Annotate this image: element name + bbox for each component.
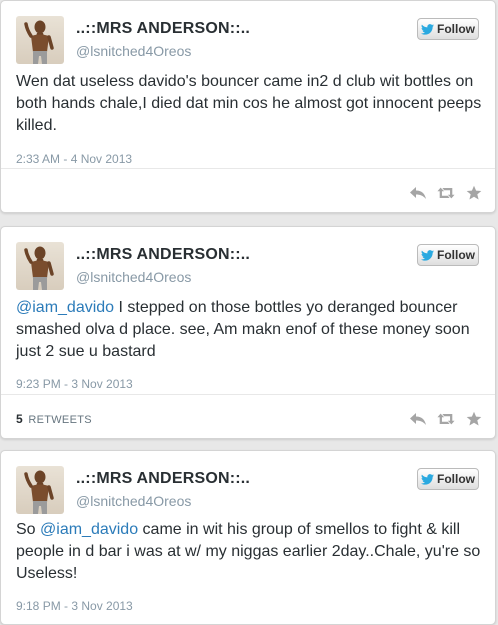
- tweet-card: ..::MRS ANDERSON::.. @lsnitched4Oreos Fo…: [0, 450, 496, 625]
- tweet-text: @iam_davido I stepped on those bottles y…: [16, 297, 486, 363]
- reply-icon[interactable]: [409, 184, 427, 202]
- divider: [1, 168, 495, 169]
- follow-button[interactable]: Follow: [417, 18, 479, 40]
- display-name[interactable]: ..::MRS ANDERSON::..: [76, 20, 250, 38]
- tweet-actions: [409, 410, 483, 428]
- twitter-bird-icon: [421, 473, 434, 485]
- retweet-count[interactable]: 5 RETWEETS: [16, 412, 92, 426]
- favorite-star-icon[interactable]: [465, 410, 483, 428]
- follow-label: Follow: [437, 22, 475, 36]
- avatar[interactable]: [16, 242, 64, 290]
- avatar[interactable]: [16, 466, 64, 514]
- tweet-body: Wen dat useless davido's bouncer came in…: [16, 73, 482, 134]
- mention-link[interactable]: @iam_davido: [16, 299, 114, 316]
- follow-button[interactable]: Follow: [417, 468, 479, 490]
- display-name[interactable]: ..::MRS ANDERSON::..: [76, 470, 250, 488]
- tweet-text: Wen dat useless davido's bouncer came in…: [16, 71, 486, 137]
- username[interactable]: @lsnitched4Oreos: [76, 43, 191, 59]
- divider: [1, 394, 495, 395]
- timestamp[interactable]: 9:18 PM - 3 Nov 2013: [16, 599, 133, 613]
- retweet-icon[interactable]: [437, 184, 455, 202]
- tweet-prefix: So: [16, 521, 41, 538]
- favorite-star-icon[interactable]: [465, 184, 483, 202]
- tweet-card: ..::MRS ANDERSON::.. @lsnitched4Oreos Fo…: [0, 226, 496, 439]
- follow-button[interactable]: Follow: [417, 244, 479, 266]
- twitter-bird-icon: [421, 249, 434, 261]
- tweet-actions: [409, 184, 483, 202]
- follow-label: Follow: [437, 248, 475, 262]
- timestamp[interactable]: 2:33 AM - 4 Nov 2013: [16, 152, 132, 166]
- twitter-bird-icon: [421, 23, 434, 35]
- follow-label: Follow: [437, 472, 475, 486]
- retweet-icon[interactable]: [437, 410, 455, 428]
- display-name[interactable]: ..::MRS ANDERSON::..: [76, 246, 250, 264]
- username[interactable]: @lsnitched4Oreos: [76, 269, 191, 285]
- timestamp[interactable]: 9:23 PM - 3 Nov 2013: [16, 377, 133, 391]
- reply-icon[interactable]: [409, 410, 427, 428]
- avatar[interactable]: [16, 16, 64, 64]
- username[interactable]: @lsnitched4Oreos: [76, 493, 191, 509]
- tweet-card: ..::MRS ANDERSON::.. @lsnitched4Oreos Fo…: [0, 0, 496, 213]
- mention-link[interactable]: @iam_davido: [40, 521, 138, 538]
- retweet-number: 5: [16, 412, 23, 426]
- retweet-label: RETWEETS: [28, 414, 92, 426]
- tweet-text: So @iam_davido came in wit his group of …: [16, 519, 486, 585]
